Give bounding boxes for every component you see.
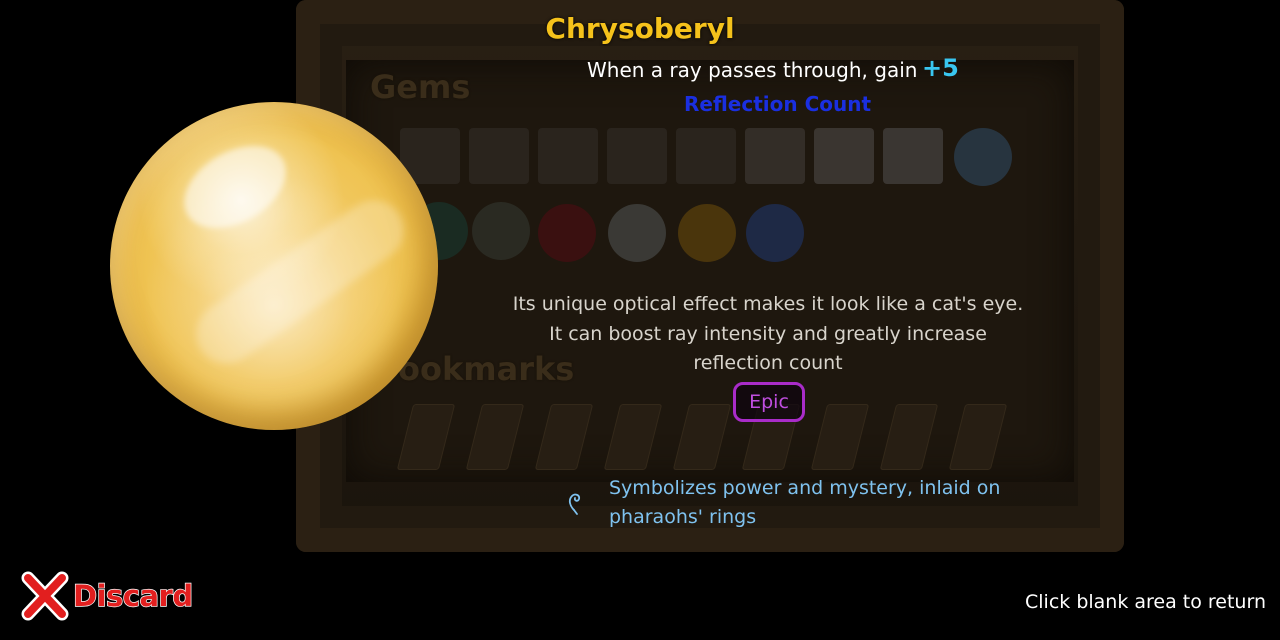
gem-slot[interactable] — [676, 128, 736, 184]
gem-effect-stat: Reflection Count — [684, 92, 872, 116]
discard-button[interactable]: Discard — [20, 570, 194, 622]
gem-slot[interactable] — [883, 128, 943, 184]
gem-effect-value: +5 — [922, 54, 959, 82]
chrysoberyl-gem-image — [110, 102, 438, 430]
gem-slot[interactable] — [538, 128, 598, 184]
gem-slot[interactable] — [814, 128, 874, 184]
gem-slot[interactable] — [607, 128, 667, 184]
gem-slot[interactable] — [608, 204, 666, 262]
return-hint: Click blank area to return — [1025, 591, 1266, 613]
gem-lore-text: Symbolizes power and mystery, inlaid on … — [609, 477, 1001, 528]
gem-name: Chrysoberyl — [545, 12, 735, 45]
gem-slot[interactable] — [954, 128, 1012, 186]
discard-label: Discard — [72, 578, 194, 613]
gem-slot[interactable] — [472, 202, 530, 260]
gem-slot[interactable] — [745, 128, 805, 184]
gem-slot[interactable] — [746, 204, 804, 262]
orb-gloss-highlight — [169, 129, 301, 245]
gems-section-title: Gems — [370, 68, 471, 106]
gem-slot[interactable] — [469, 128, 529, 184]
gem-slot[interactable] — [538, 204, 596, 262]
rarity-badge: Epic — [733, 382, 805, 422]
gem-effect-text: When a ray passes through, gain — [587, 58, 918, 82]
close-x-icon — [21, 571, 69, 621]
gem-description: Its unique optical effect makes it look … — [512, 293, 1024, 374]
swirl-icon — [568, 493, 581, 515]
gem-slot[interactable] — [678, 204, 736, 262]
